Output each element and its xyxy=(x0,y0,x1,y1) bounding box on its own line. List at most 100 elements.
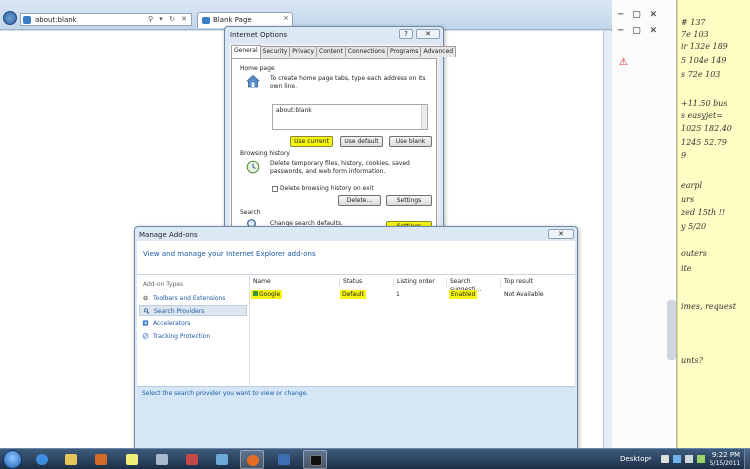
taskbar-explorer[interactable] xyxy=(59,450,83,469)
column-header-search-suggestions[interactable]: Search suggesti... xyxy=(447,278,501,293)
manage-addons-dialog: Manage Add-ons ✕ View and manage your In… xyxy=(134,226,578,450)
addon-types-label: Add-on Types xyxy=(143,281,184,288)
textarea-scrollbar[interactable] xyxy=(421,105,427,129)
taskbar-media[interactable] xyxy=(89,450,113,469)
addon-type-label: Tracking Protection xyxy=(153,333,211,340)
network-icon[interactable] xyxy=(673,455,681,463)
taskbar-paint[interactable] xyxy=(210,450,234,469)
taskbar-sticky[interactable] xyxy=(120,450,144,469)
page-icon xyxy=(23,16,31,24)
column-header-status[interactable]: Status xyxy=(340,278,394,287)
tab-content[interactable]: Content xyxy=(316,46,346,57)
delete-on-exit-label: Delete browsing history on exit xyxy=(280,185,374,192)
home-page-textarea[interactable]: about:blank xyxy=(272,104,428,130)
toolbar-expand-icon[interactable]: « xyxy=(648,455,652,462)
internet-options-dialog: Internet Options ? ✕ General Security Pr… xyxy=(224,26,457,238)
taskbar-calc[interactable] xyxy=(150,450,174,469)
addons-details-pane: Select the search provider you want to v… xyxy=(137,386,575,450)
sticky-note[interactable]: # 137 7e 103 ir 132e 189 5 104e 149 s 72… xyxy=(677,0,750,448)
page-icon xyxy=(202,17,210,24)
addon-type-label: Toolbars and Extensions xyxy=(153,295,226,302)
tab-general[interactable]: General xyxy=(231,45,261,58)
sticky-line: urs xyxy=(681,195,695,204)
scrollbar-thumb[interactable] xyxy=(667,300,676,360)
sticky-line: 5 104e 149 xyxy=(681,56,727,65)
addon-types-pane: Add-on Types Toolbars and Extensions Sea… xyxy=(137,276,248,385)
dialog-title: Manage Add-ons xyxy=(139,231,198,239)
tab-close-icon[interactable]: × xyxy=(283,14,289,22)
tray-show-hidden-icon[interactable] xyxy=(661,455,669,463)
use-current-button[interactable]: Use current xyxy=(290,136,333,147)
tracking-protection-icon xyxy=(142,333,149,339)
app-icon xyxy=(278,454,290,465)
column-header-listing-order[interactable]: Listing order xyxy=(394,278,447,287)
general-panel: Home page To create home page tabs, type… xyxy=(231,58,437,234)
history-icon xyxy=(246,160,260,174)
addon-type-search-providers[interactable]: Search Providers xyxy=(139,305,247,316)
addon-type-toolbars[interactable]: Toolbars and Extensions xyxy=(139,293,247,304)
close-button[interactable]: ✕ xyxy=(416,29,440,39)
row-top-result: Not Available xyxy=(504,291,544,298)
tab-programs[interactable]: Programs xyxy=(386,46,422,57)
clock-date[interactable]: 5/15/2011 xyxy=(707,460,743,467)
back-button[interactable] xyxy=(3,11,17,25)
tab-title: Blank Page xyxy=(213,16,252,24)
address-text: about:blank xyxy=(35,16,77,24)
sticky-line: 7e 103 xyxy=(681,30,709,39)
history-settings-button[interactable]: Settings xyxy=(386,195,432,206)
taskbar-ie[interactable] xyxy=(30,450,54,469)
ie-scrollbar[interactable] xyxy=(603,31,612,448)
sticky-line: 9 xyxy=(681,151,687,160)
volume-icon[interactable] xyxy=(685,455,693,463)
desktop-toolbar-label[interactable]: Desktop xyxy=(620,455,649,463)
addon-type-accelerators[interactable]: Accelerators xyxy=(139,318,247,329)
addon-type-label: Accelerators xyxy=(153,320,191,327)
internet-explorer-icon xyxy=(36,454,48,465)
sticky-line: outers xyxy=(681,249,707,258)
addons-header-text: View and manage your Internet Explorer a… xyxy=(143,250,316,258)
google-icon xyxy=(253,291,258,296)
delete-on-exit-checkbox[interactable] xyxy=(272,186,278,192)
sticky-line: unts? xyxy=(681,356,703,365)
delete-history-button[interactable]: Delete... xyxy=(338,195,381,206)
taskbar-app[interactable] xyxy=(272,450,296,469)
clock-time[interactable]: 9:22 PM xyxy=(710,451,742,459)
close-button[interactable]: ✕ xyxy=(548,229,574,239)
sticky-line: zed 15th !! xyxy=(681,208,726,217)
address-bar[interactable]: about:blank ⚲ ▾ ↻ ✕ xyxy=(20,13,192,26)
paint-icon xyxy=(216,454,228,465)
show-desktop-button[interactable] xyxy=(744,449,750,469)
calculator-icon xyxy=(156,454,168,465)
use-default-button[interactable]: Use default xyxy=(340,136,383,147)
help-button[interactable]: ? xyxy=(399,29,413,39)
addon-type-label: Search Providers xyxy=(154,308,205,315)
folder-icon xyxy=(65,454,77,465)
warning-triangle-icon: ⚠ xyxy=(619,57,628,68)
taskbar-firefox[interactable] xyxy=(240,450,264,469)
sticky-line: 1025 182.40 xyxy=(681,124,732,133)
row-suggestions: Enabled xyxy=(449,290,478,299)
background-window: ─ ▢ ✕ ─ ▢ ✕ ⚠ xyxy=(612,0,677,448)
tab-security[interactable]: Security xyxy=(259,46,291,57)
start-button[interactable] xyxy=(3,450,22,469)
sticky-line: ir 132e 189 xyxy=(681,42,728,51)
row-name-cell: Google xyxy=(251,290,283,299)
window-controls-secondary[interactable]: ─ ▢ ✕ xyxy=(618,26,660,36)
sticky-line: y 5/20 xyxy=(681,222,707,231)
addon-type-tracking-protection[interactable]: Tracking Protection xyxy=(139,331,247,342)
window-controls[interactable]: ─ ▢ ✕ xyxy=(618,10,660,20)
tab-advanced[interactable]: Advanced xyxy=(420,46,457,57)
address-tools-icons[interactable]: ⚲ ▾ ↻ ✕ xyxy=(148,15,189,23)
power-icon[interactable] xyxy=(697,455,705,463)
taskbar-snipping[interactable] xyxy=(180,450,204,469)
tab-connections[interactable]: Connections xyxy=(344,46,388,57)
command-prompt-icon xyxy=(310,455,322,466)
use-blank-button[interactable]: Use blank xyxy=(389,136,432,147)
browsing-history-description: Delete temporary files, history, cookies… xyxy=(270,160,410,175)
taskbar-cmd[interactable] xyxy=(303,450,327,469)
column-header-top-result[interactable]: Top result xyxy=(501,278,561,287)
home-page-description: To create home page tabs, type each addr… xyxy=(270,75,426,90)
accelerator-icon xyxy=(142,320,149,326)
column-header-name[interactable]: Name xyxy=(250,278,340,287)
tab-privacy[interactable]: Privacy xyxy=(289,46,318,57)
